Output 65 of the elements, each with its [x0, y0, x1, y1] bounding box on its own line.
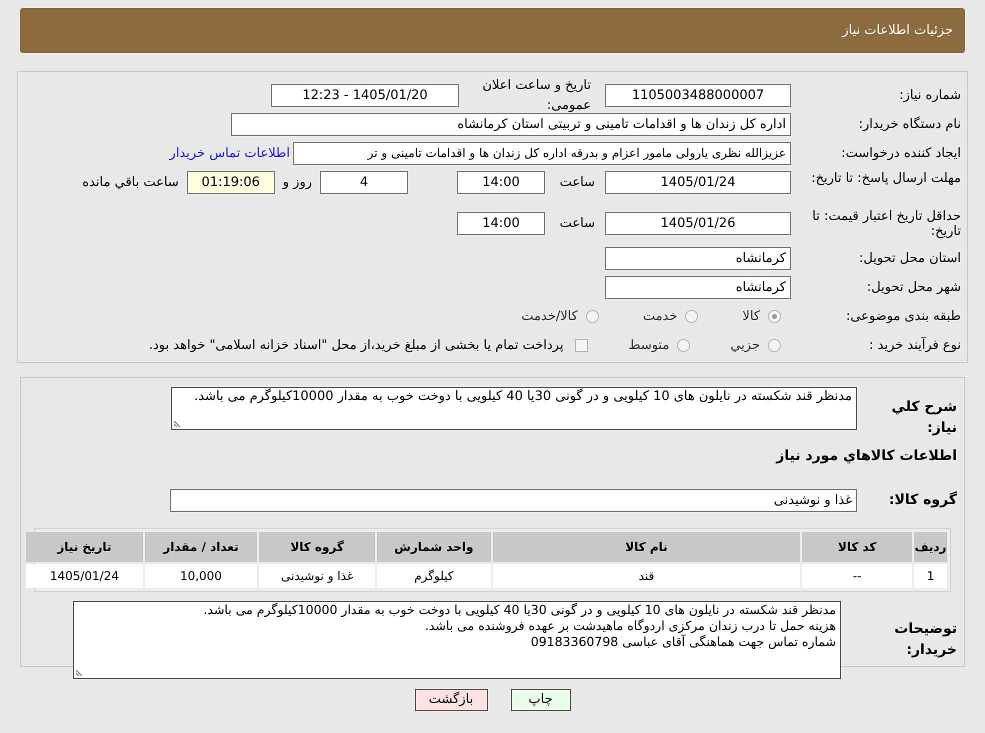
table-cell: --: [802, 564, 912, 588]
column-header: گروه کالا: [259, 532, 376, 562]
text-field[interactable]: کرمانشاه: [605, 276, 791, 299]
table-cell: قند: [492, 564, 800, 588]
field-label: نوع فرآیند خرید :: [868, 336, 962, 355]
radio-button[interactable]: [768, 310, 781, 323]
table-cell: 10,000: [144, 564, 258, 588]
field-label: توضیحات خریدار:: [893, 620, 958, 660]
column-header: تاریخ نیاز: [26, 532, 143, 562]
radio-label: خدمت: [642, 308, 678, 326]
field-label: شرح كلي نياز:: [890, 398, 958, 438]
text-field[interactable]: 14:00: [457, 171, 545, 194]
radio-button[interactable]: [685, 310, 698, 323]
table-cell: غذا و نوشیدنی: [259, 564, 376, 588]
table-cell: 1405/01/24: [26, 564, 143, 588]
description-textarea[interactable]: مدنظر قند شکسته در نایلون های 10 کیلویی و در گونی 30یا 40 کیلویی با دوخت خوب به مقدار 10000کیلوگرم می باشد.: [171, 387, 857, 430]
field-label: ساعت: [558, 215, 595, 233]
text-field[interactable]: 1405/01/26: [605, 212, 791, 235]
field-label: حداقل تاریخ اعتبار قیمت: تا تاریخ:: [811, 209, 962, 239]
radio-label: متوسط: [628, 336, 670, 355]
radio-label: کالا/خدمت: [521, 308, 578, 326]
field-label: روز و: [282, 174, 312, 192]
field-label: ایجاد کننده درخواست:: [840, 144, 962, 163]
buyer-notes-textarea[interactable]: مدنظر قند شکسته در نایلون های 10 کیلویی و در گونی 30یا 40 کیلویی با دوخت خوب به مقدار 10000کیلوگرم می باشد. هزینه حمل تا درب زندان مرکزی اردوگاه ماهیدشت بر عهده فروشنده می باشد. شماره تماس جهت هماهنگی آقای عباسی 09183360798: [73, 601, 841, 679]
field-label: تاریخ و ساعت اعلان عمومی:: [481, 77, 591, 114]
section-title: اطلاعات كالاهاي مورد نياز: [774, 447, 958, 466]
text-field[interactable]: 1105003488000007: [605, 84, 791, 107]
table-cell: کیلوگرم: [377, 564, 491, 588]
radio-button[interactable]: [586, 310, 599, 323]
text-field[interactable]: کرمانشاه: [605, 247, 791, 270]
field-label: استان محل تحویل:: [858, 250, 962, 268]
radio-label: جزيي: [730, 336, 760, 355]
text-field[interactable]: 1405/01/20 - 12:23: [271, 84, 459, 107]
back-button[interactable]: بازگشت: [414, 689, 488, 711]
column-header: نام کالا: [492, 532, 800, 562]
field-label: مهلت ارسال پاسخ: تا تاریخ:: [810, 171, 962, 186]
field-label: گروه کالا:: [888, 490, 958, 510]
text-field[interactable]: 14:00: [457, 212, 545, 235]
column-header: تعداد / مقدار: [144, 532, 258, 562]
column-header: ردیف: [914, 532, 947, 562]
text-field[interactable]: 4: [320, 171, 408, 194]
column-header: کد کالا: [802, 532, 912, 562]
checkbox[interactable]: [575, 339, 588, 352]
field-label: شهر محل تحویل:: [866, 278, 962, 297]
column-header: واحد شمارش: [377, 532, 491, 562]
page-title: جزئیات اطلاعات نیاز: [842, 22, 953, 40]
checkbox-label: پرداخت تمام یا بخشی از مبلغ خرید،از محل "اسناد خزانه اسلامی" خواهد بود.: [148, 336, 564, 355]
radio-button[interactable]: [768, 339, 781, 352]
text-field[interactable]: اداره کل زندان ها و اقدامات تامینی و تربیتی استان کرمانشاه: [231, 113, 791, 136]
goods-group-field[interactable]: غذا و نوشیدنی: [170, 489, 857, 512]
print-button[interactable]: چاپ: [510, 689, 570, 711]
remaining-time-field: 01:19:06: [186, 171, 275, 194]
field-label: ساعت باقي مانده: [82, 174, 179, 192]
field-label: نام دستگاه خریدار:: [858, 116, 962, 134]
resize-grip-icon[interactable]: [174, 419, 182, 427]
table-cell: 1: [914, 564, 947, 588]
resize-grip-icon[interactable]: [76, 668, 84, 676]
field-label: ساعت: [558, 174, 595, 192]
field-label: شماره نیاز:: [898, 86, 962, 105]
buyer-contact-link[interactable]: اطلاعات تماس خریدار: [170, 144, 290, 164]
radio-button[interactable]: [677, 339, 690, 352]
radio-label: کالا: [742, 308, 760, 326]
text-field[interactable]: 1405/01/24: [605, 171, 791, 194]
text-field[interactable]: عزیزالله نظری یارولی مامور اعزام و بدرقه اداره کل زندان ها و اقدامات تامینی و تر: [293, 142, 791, 165]
field-label: طبقه بندی موضوعی:: [844, 308, 962, 326]
